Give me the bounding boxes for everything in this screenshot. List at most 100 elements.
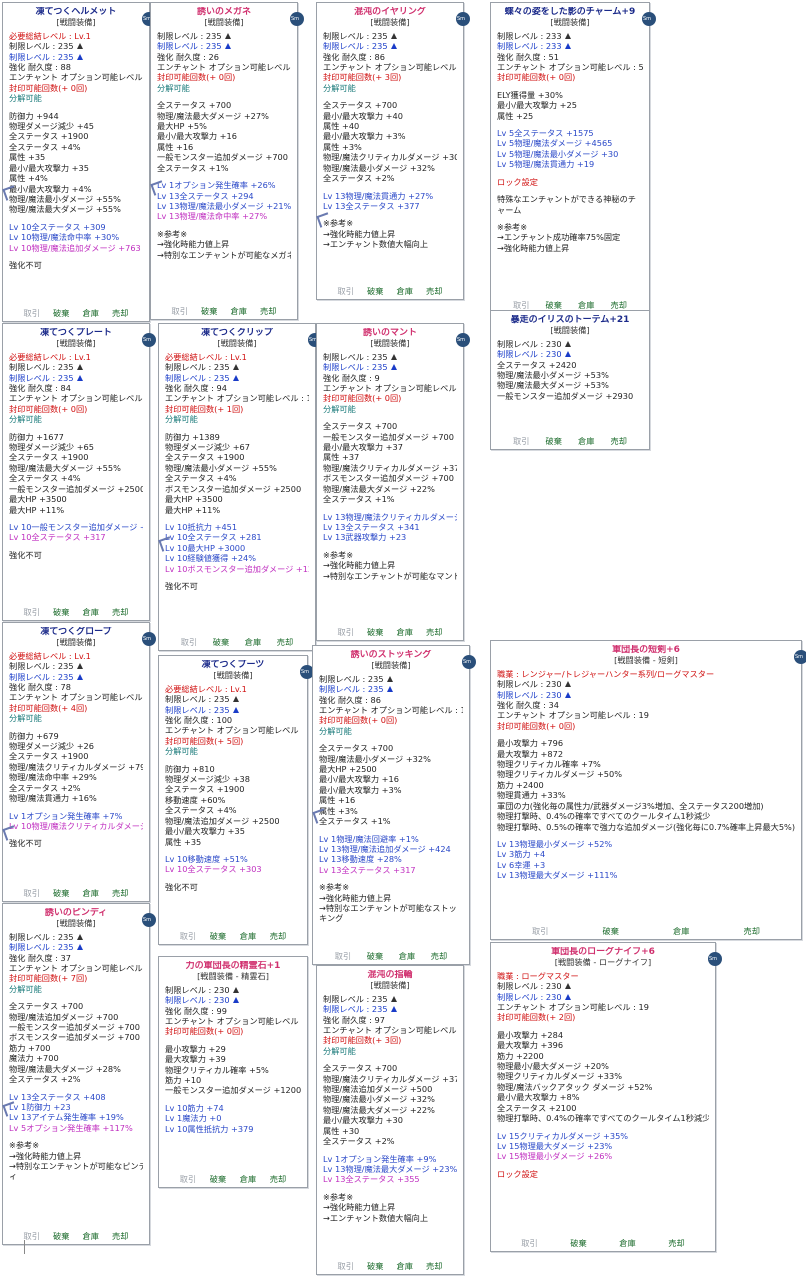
storage-button[interactable]: 倉庫 (83, 1231, 99, 1241)
trade-button[interactable]: 取引 (180, 1174, 196, 1184)
trade-button[interactable]: 取引 (338, 627, 354, 637)
storage-button[interactable]: 倉庫 (245, 637, 261, 647)
trade-button[interactable]: 取引 (24, 607, 40, 617)
discard-button[interactable]: 破棄 (53, 308, 69, 318)
trade-button[interactable]: 取引 (335, 951, 351, 961)
discard-button[interactable]: 破棄 (53, 888, 69, 898)
stat-line: 最小/最大攻撃力 +16 (319, 774, 463, 784)
trade-button[interactable]: 取引 (532, 926, 548, 936)
stat-text: 強化 耐久度 : 97 (323, 1014, 385, 1025)
sell-button[interactable]: 売却 (426, 286, 442, 296)
discard-button[interactable]: 破棄 (210, 1174, 226, 1184)
stat-text: →特別なエンチャントが可能なマント (323, 570, 457, 581)
storage-button[interactable]: 倉庫 (83, 607, 99, 617)
discard-button[interactable]: 破棄 (367, 286, 383, 296)
stat-line: Lv 5物理/魔法最小ダメージ +30 (497, 149, 643, 159)
stat-line: Lv 15物理最大ダメージ +23% (497, 1141, 709, 1151)
stat-text: 物理クリティカル確率 +7% (497, 759, 601, 770)
sell-button[interactable]: 売却 (277, 637, 293, 647)
discard-button[interactable]: 破棄 (210, 931, 226, 941)
stat-line: 全ステータス +1% (323, 494, 457, 504)
storage-button[interactable]: 倉庫 (231, 306, 247, 316)
sell-button[interactable]: 売却 (426, 1261, 442, 1271)
discard-button[interactable]: 破棄 (367, 627, 383, 637)
sell-button[interactable]: 売却 (270, 931, 286, 941)
stat-text: Lv 10最大HP +3000 (165, 542, 246, 553)
trade-button[interactable]: 取引 (24, 308, 40, 318)
trade-button[interactable]: 取引 (172, 306, 188, 316)
sell-button[interactable]: 売却 (112, 1231, 128, 1241)
stat-line: 一般モンスター追加ダメージ +1200 (165, 1085, 301, 1095)
level-up-triangle-icon (224, 43, 231, 50)
trade-button[interactable]: 取引 (521, 1238, 537, 1248)
discard-button[interactable]: 破棄 (367, 951, 383, 961)
stat-text: Lv 3筋力 +4 (497, 849, 546, 860)
storage-button[interactable]: 倉庫 (399, 951, 415, 961)
sell-button[interactable]: 売却 (260, 306, 276, 316)
trade-button[interactable]: 取引 (513, 300, 529, 310)
discard-button[interactable]: 破棄 (201, 306, 217, 316)
sell-button[interactable]: 売却 (431, 951, 447, 961)
discard-button[interactable]: 破棄 (367, 1261, 383, 1271)
stat-text: 筋力 +10 (165, 1075, 202, 1086)
storage-button[interactable]: 倉庫 (83, 888, 99, 898)
discard-button[interactable]: 破棄 (546, 300, 562, 310)
storage-button[interactable]: 倉庫 (578, 300, 594, 310)
stat-line: 最小/最大攻撃力 +35 (9, 163, 143, 173)
sell-button[interactable]: 売却 (112, 607, 128, 617)
stat-line: 封印可能回数(+ 0回) (497, 72, 643, 82)
trade-button[interactable]: 取引 (24, 1231, 40, 1241)
storage-button[interactable]: 倉庫 (397, 1261, 413, 1271)
stat-text: 封印可能回数(+ 0回) (9, 403, 88, 414)
sell-button[interactable]: 売却 (112, 308, 128, 318)
storage-button[interactable]: 倉庫 (397, 627, 413, 637)
trade-button[interactable]: 取引 (24, 888, 40, 898)
stat-line: 強化不可 (9, 838, 143, 848)
stat-text: 最小/最大攻撃力 +4% (9, 183, 92, 194)
sell-button[interactable]: 売却 (611, 300, 627, 310)
stat-line: Lv 1防御力 +23 (9, 1102, 143, 1112)
sell-button[interactable]: 売却 (611, 436, 627, 446)
storage-button[interactable]: 倉庫 (578, 436, 594, 446)
stat-text: 強化 耐久度 : 88 (9, 62, 71, 73)
stat-line: Lv 6幸運 +3 (497, 860, 795, 870)
stat-text: 物理/魔法最小ダメージ +55% (165, 462, 277, 473)
trade-button[interactable]: 取引 (338, 286, 354, 296)
stat-text: 物理ダメージ減少 +65 (9, 442, 94, 453)
storage-button[interactable]: 倉庫 (619, 1238, 635, 1248)
item-category: [戦闘装備 - 短剣] (614, 655, 678, 666)
trade-button[interactable]: 取引 (180, 931, 196, 941)
sell-button[interactable]: 売却 (426, 627, 442, 637)
trade-button[interactable]: 取引 (513, 436, 529, 446)
stat-line: 封印可能回数(+ 0回) (157, 72, 291, 82)
discard-button[interactable]: 破棄 (603, 926, 619, 936)
sell-button[interactable]: 売却 (112, 888, 128, 898)
stat-line: 封印可能回数(+ 1回) (165, 404, 309, 414)
sell-button[interactable]: 売却 (744, 926, 760, 936)
stat-text: 最大HP +2500 (319, 764, 377, 775)
item-action-bar: 取引 破棄 倉庫 売却 (159, 931, 307, 941)
discard-button[interactable]: 破棄 (570, 1238, 586, 1248)
discard-button[interactable]: 破棄 (546, 436, 562, 446)
stat-text: エンチャント オプション可能レベル : 14 (165, 1016, 301, 1027)
trade-button[interactable]: 取引 (338, 1261, 354, 1271)
storage-button[interactable]: 倉庫 (83, 308, 99, 318)
stat-text: 物理クリティカル確率 +5% (165, 1064, 269, 1075)
stat-line: 防御力 +679 (9, 731, 143, 741)
trade-button[interactable]: 取引 (181, 637, 197, 647)
stat-text: ※参考※ (323, 1191, 354, 1202)
stat-line: 強化 耐久度 : 97 (323, 1015, 457, 1025)
stat-text: 全ステータス +1900 (165, 452, 245, 463)
stat-text: エンチャント オプション可能レベル : 10 (165, 393, 309, 404)
discard-button[interactable]: 破棄 (53, 1231, 69, 1241)
storage-button[interactable]: 倉庫 (673, 926, 689, 936)
sell-button[interactable]: 売却 (668, 1238, 684, 1248)
storage-button[interactable]: 倉庫 (397, 286, 413, 296)
discard-button[interactable]: 破棄 (53, 607, 69, 617)
storage-button[interactable]: 倉庫 (240, 931, 256, 941)
discard-button[interactable]: 破棄 (213, 637, 229, 647)
sell-button[interactable]: 売却 (270, 1174, 286, 1184)
storage-button[interactable]: 倉庫 (240, 1174, 256, 1184)
